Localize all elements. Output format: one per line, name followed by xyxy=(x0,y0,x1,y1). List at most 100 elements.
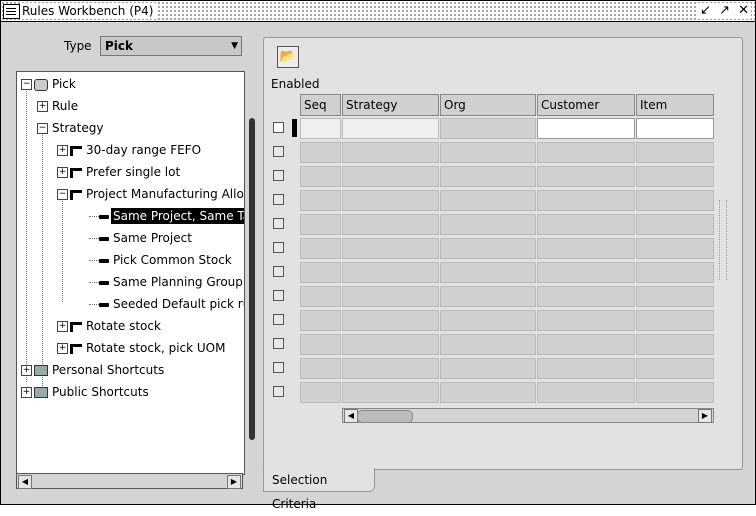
grid-cell[interactable] xyxy=(440,166,536,187)
grid-cell[interactable] xyxy=(342,238,439,259)
expand-icon[interactable]: + xyxy=(57,321,68,332)
column-header-org[interactable]: Org xyxy=(440,94,536,116)
grid-cell[interactable] xyxy=(342,286,439,307)
tree-node[interactable]: − Project Manufacturing Allocation xyxy=(57,184,244,204)
grid-cell[interactable] xyxy=(636,166,714,187)
grid-scroll-thumb[interactable] xyxy=(357,410,413,423)
tree-node[interactable]: Same Project xyxy=(89,228,194,248)
grid-cell[interactable] xyxy=(636,142,714,163)
tree-node[interactable]: Same Planning Group xyxy=(89,272,244,292)
tree-node[interactable]: + Rule xyxy=(37,96,80,116)
grid-cell[interactable] xyxy=(300,262,341,283)
grid-cell[interactable] xyxy=(342,214,439,235)
grid-cell[interactable] xyxy=(440,142,536,163)
collapse-icon[interactable]: − xyxy=(21,79,32,90)
grid-cell[interactable] xyxy=(440,118,536,139)
enabled-checkbox[interactable] xyxy=(273,242,284,253)
tree-node[interactable]: + Rotate stock, pick UOM xyxy=(57,338,227,358)
grid-cell[interactable] xyxy=(636,310,714,331)
grid-cell[interactable] xyxy=(342,118,439,139)
grid-cell[interactable] xyxy=(537,118,635,139)
grid-cell[interactable] xyxy=(300,166,341,187)
enabled-checkbox[interactable] xyxy=(273,314,284,325)
enabled-checkbox[interactable] xyxy=(273,362,284,373)
tree-node[interactable]: + Prefer single lot xyxy=(57,162,182,182)
tree-node[interactable]: Pick Common Stock xyxy=(89,250,234,270)
grid-cell[interactable] xyxy=(636,190,714,211)
grid-cell[interactable] xyxy=(440,310,536,331)
grid-cell[interactable] xyxy=(440,238,536,259)
grid-cell[interactable] xyxy=(300,238,341,259)
grid-cell[interactable] xyxy=(342,142,439,163)
tree-node[interactable]: − Strategy xyxy=(37,118,105,138)
grid-cell[interactable] xyxy=(537,310,635,331)
expand-icon[interactable]: + xyxy=(21,387,32,398)
grid-cell[interactable] xyxy=(537,334,635,355)
grid-cell[interactable] xyxy=(300,310,341,331)
grid-cell[interactable] xyxy=(440,382,536,403)
column-header-customer[interactable]: Customer xyxy=(537,94,635,116)
expand-icon[interactable]: + xyxy=(37,101,48,112)
grid-cell[interactable] xyxy=(342,310,439,331)
grid-cell[interactable] xyxy=(342,262,439,283)
grid-scroll-left-icon[interactable]: ◀ xyxy=(344,409,358,423)
grid-cell[interactable] xyxy=(440,358,536,379)
grid-cell[interactable] xyxy=(537,286,635,307)
column-header-strategy[interactable]: Strategy xyxy=(342,94,439,116)
enabled-checkbox[interactable] xyxy=(273,290,284,301)
tree-node[interactable]: + Personal Shortcuts xyxy=(21,360,166,380)
grid-cell[interactable] xyxy=(300,358,341,379)
grid-cell[interactable] xyxy=(342,190,439,211)
column-header-item[interactable]: Item xyxy=(636,94,714,116)
grid-cell[interactable] xyxy=(300,214,341,235)
enabled-checkbox[interactable] xyxy=(273,266,284,277)
grid-cell[interactable] xyxy=(300,142,341,163)
grid-cell[interactable] xyxy=(342,382,439,403)
grid-cell[interactable] xyxy=(440,286,536,307)
grid-cell[interactable] xyxy=(342,334,439,355)
grid-horizontal-scrollbar[interactable]: ◀ ▶ xyxy=(342,408,714,423)
tree-node[interactable]: Same Project, Same Task xyxy=(89,206,244,226)
grid-cell[interactable] xyxy=(300,190,341,211)
grid-cell[interactable] xyxy=(300,382,341,403)
grid-resize-grip[interactable] xyxy=(719,200,727,280)
grid-cell[interactable] xyxy=(342,166,439,187)
tree-node[interactable]: +30-day range FEFO xyxy=(57,140,203,160)
title-bar[interactable]: Rules Workbench (P4) ↙ ↗ ✕ xyxy=(1,1,755,22)
grid-cell[interactable] xyxy=(440,190,536,211)
tab-selection-criteria[interactable]: Selection Criteria xyxy=(263,468,375,511)
tree-node[interactable]: Seeded Default pick rule xyxy=(89,294,244,314)
enabled-checkbox[interactable] xyxy=(273,146,284,157)
grid-cell[interactable] xyxy=(537,214,635,235)
enabled-checkbox[interactable] xyxy=(273,122,284,133)
enabled-checkbox[interactable] xyxy=(273,170,284,181)
grid-cell[interactable] xyxy=(440,334,536,355)
collapse-icon[interactable]: − xyxy=(37,123,48,134)
grid-cell[interactable] xyxy=(440,262,536,283)
grid-cell[interactable] xyxy=(300,118,341,139)
grid-cell[interactable] xyxy=(440,214,536,235)
grid-cell[interactable] xyxy=(537,238,635,259)
scroll-right-icon[interactable]: ▶ xyxy=(227,475,241,489)
expand-icon[interactable]: + xyxy=(57,145,68,156)
grid-cell[interactable] xyxy=(636,286,714,307)
grid-cell[interactable] xyxy=(636,358,714,379)
grid-cell[interactable] xyxy=(636,334,714,355)
grid-cell[interactable] xyxy=(300,286,341,307)
enabled-checkbox[interactable] xyxy=(273,194,284,205)
grid-cell[interactable] xyxy=(342,358,439,379)
grid-scroll-right-icon[interactable]: ▶ xyxy=(698,409,712,423)
collapse-icon[interactable]: − xyxy=(57,189,68,200)
grid-cell[interactable] xyxy=(537,190,635,211)
type-select[interactable]: Pick ▼ xyxy=(100,36,242,56)
expand-icon[interactable]: + xyxy=(57,343,68,354)
grid-cell[interactable] xyxy=(537,166,635,187)
rules-tree[interactable]: − Pick + Rule − Strategy +30-day range FEFO + Pr… xyxy=(16,71,245,475)
tree-horizontal-scrollbar[interactable]: ◀ ▶ xyxy=(16,473,243,489)
tree-node[interactable]: + Public Shortcuts xyxy=(21,382,151,402)
open-folder-button[interactable]: 📂 xyxy=(277,46,299,68)
tree-node[interactable]: + Rotate stock xyxy=(57,316,163,336)
enabled-checkbox[interactable] xyxy=(273,218,284,229)
scroll-left-icon[interactable]: ◀ xyxy=(18,475,32,489)
enabled-checkbox[interactable] xyxy=(273,386,284,397)
